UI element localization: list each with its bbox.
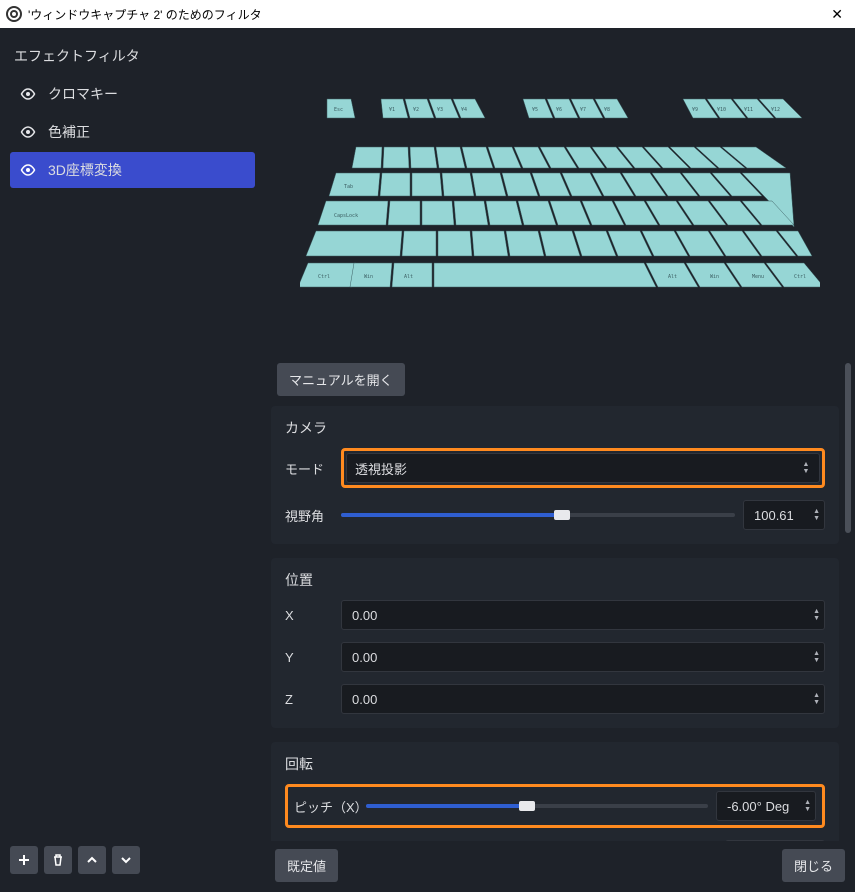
filter-item-chromakey[interactable]: クロマキー (10, 76, 255, 112)
pitch-value[interactable]: -6.00° Deg ▲▼ (716, 791, 816, 821)
svg-text:¥10: ¥10 (717, 107, 726, 113)
rotation-section: 回転 ピッチ（X） -6.00° Deg ▲ (271, 742, 839, 841)
filter-item-label: 色補正 (48, 122, 90, 142)
svg-text:Tab: Tab (344, 184, 353, 190)
add-filter-button[interactable] (10, 846, 38, 874)
title-bar: 'ウィンドウキャプチャ 2' のためのフィルタ ✕ (0, 0, 855, 28)
number-stepper-icon[interactable]: ▲▼ (813, 609, 820, 622)
move-up-button[interactable] (78, 846, 106, 874)
pos-x-label: X (285, 608, 341, 623)
pos-x-input[interactable]: 0.00 ▲▼ (341, 600, 825, 630)
fov-label: 視野角 (285, 506, 341, 525)
pos-y-input[interactable]: 0.00 ▲▼ (341, 642, 825, 672)
properties-panel: マニュアルを開く カメラ モード 透視投影 ▲▼ 視 (265, 353, 855, 841)
sidebar: エフェクトフィルタ クロマキー 色補正 3D座標変換 (0, 28, 265, 892)
camera-section: カメラ モード 透視投影 ▲▼ 視野角 (271, 406, 839, 544)
pos-y-label: Y (285, 650, 341, 665)
yaw-value[interactable]: 0.00° Deg ▲▼ (725, 840, 825, 841)
svg-text:Win: Win (710, 274, 719, 280)
preview-keyboard: Esc ¥1 ¥2 ¥3 ¥4 ¥5 ¥6 ¥7 ¥8 ¥9 ¥10 ¥11 ¥12 Tab Ca… (300, 91, 820, 291)
position-section: 位置 X 0.00 ▲▼ Y (271, 558, 839, 728)
svg-text:¥5: ¥5 (532, 107, 538, 113)
eye-icon[interactable] (20, 86, 36, 102)
svg-text:CapsLock: CapsLock (334, 213, 358, 219)
move-down-button[interactable] (112, 846, 140, 874)
svg-text:¥2: ¥2 (413, 107, 419, 113)
pitch-slider[interactable] (366, 797, 708, 815)
bottom-bar: 既定値 閉じる (265, 841, 855, 892)
fov-slider[interactable] (341, 506, 735, 524)
filter-item-colorcorrect[interactable]: 色補正 (10, 114, 255, 150)
svg-text:Ctrl: Ctrl (318, 274, 330, 280)
svg-text:¥7: ¥7 (580, 107, 586, 113)
eye-icon[interactable] (20, 162, 36, 178)
sidebar-buttons (10, 842, 255, 880)
window-title: 'ウィンドウキャプチャ 2' のためのフィルタ (28, 6, 825, 23)
section-title-position: 位置 (285, 570, 825, 590)
delete-filter-button[interactable] (44, 846, 72, 874)
mode-select[interactable]: 透視投影 ▲▼ (346, 453, 820, 483)
svg-text:Alt: Alt (668, 274, 677, 280)
pos-z-input[interactable]: 0.00 ▲▼ (341, 684, 825, 714)
svg-text:Alt: Alt (404, 274, 413, 280)
svg-text:¥8: ¥8 (604, 107, 610, 113)
svg-text:¥9: ¥9 (692, 107, 698, 113)
section-title-camera: カメラ (285, 418, 825, 438)
svg-text:¥6: ¥6 (556, 107, 562, 113)
svg-text:¥11: ¥11 (744, 107, 753, 113)
preview-area: Esc ¥1 ¥2 ¥3 ¥4 ¥5 ¥6 ¥7 ¥8 ¥9 ¥10 ¥11 ¥12 Tab Ca… (265, 28, 855, 353)
mode-highlight: 透視投影 ▲▼ (341, 448, 825, 488)
number-stepper-icon[interactable]: ▲▼ (813, 693, 820, 706)
filter-item-3dtransform[interactable]: 3D座標変換 (10, 152, 255, 188)
eye-icon[interactable] (20, 124, 36, 140)
svg-text:Esc: Esc (334, 107, 343, 113)
select-stepper-icon: ▲▼ (801, 462, 811, 475)
app-icon (6, 6, 22, 22)
defaults-button[interactable]: 既定値 (275, 849, 338, 882)
svg-text:Ctrl: Ctrl (794, 274, 806, 280)
number-stepper-icon[interactable]: ▲▼ (804, 800, 811, 813)
section-title-rotation: 回転 (285, 754, 825, 774)
filter-item-label: クロマキー (48, 84, 118, 104)
svg-text:¥4: ¥4 (461, 107, 467, 113)
scrollbar[interactable] (845, 363, 851, 831)
svg-text:¥3: ¥3 (437, 107, 443, 113)
filter-list: クロマキー 色補正 3D座標変換 (10, 76, 255, 842)
close-icon[interactable]: ✕ (825, 6, 849, 23)
svg-text:¥1: ¥1 (389, 107, 395, 113)
svg-text:Menu: Menu (752, 274, 764, 280)
content: Esc ¥1 ¥2 ¥3 ¥4 ¥5 ¥6 ¥7 ¥8 ¥9 ¥10 ¥11 ¥12 Tab Ca… (265, 28, 855, 892)
pitch-label: ピッチ（X） (294, 797, 366, 816)
number-stepper-icon[interactable]: ▲▼ (813, 509, 820, 522)
fov-value[interactable]: 100.61 ▲▼ (743, 500, 825, 530)
mode-label: モード (285, 459, 341, 478)
filter-item-label: 3D座標変換 (48, 160, 122, 180)
svg-text:Win: Win (364, 274, 373, 280)
open-manual-button[interactable]: マニュアルを開く (277, 363, 405, 396)
pos-z-label: Z (285, 692, 341, 707)
sidebar-title: エフェクトフィルタ (14, 46, 251, 66)
scrollbar-thumb[interactable] (845, 363, 851, 533)
number-stepper-icon[interactable]: ▲▼ (813, 651, 820, 664)
close-button[interactable]: 閉じる (782, 849, 845, 882)
svg-text:¥12: ¥12 (771, 107, 780, 113)
